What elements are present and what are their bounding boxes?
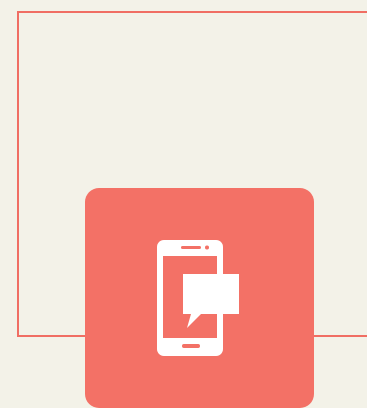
feature-tile bbox=[85, 188, 314, 408]
smartphone-chat-icon bbox=[157, 240, 247, 358]
